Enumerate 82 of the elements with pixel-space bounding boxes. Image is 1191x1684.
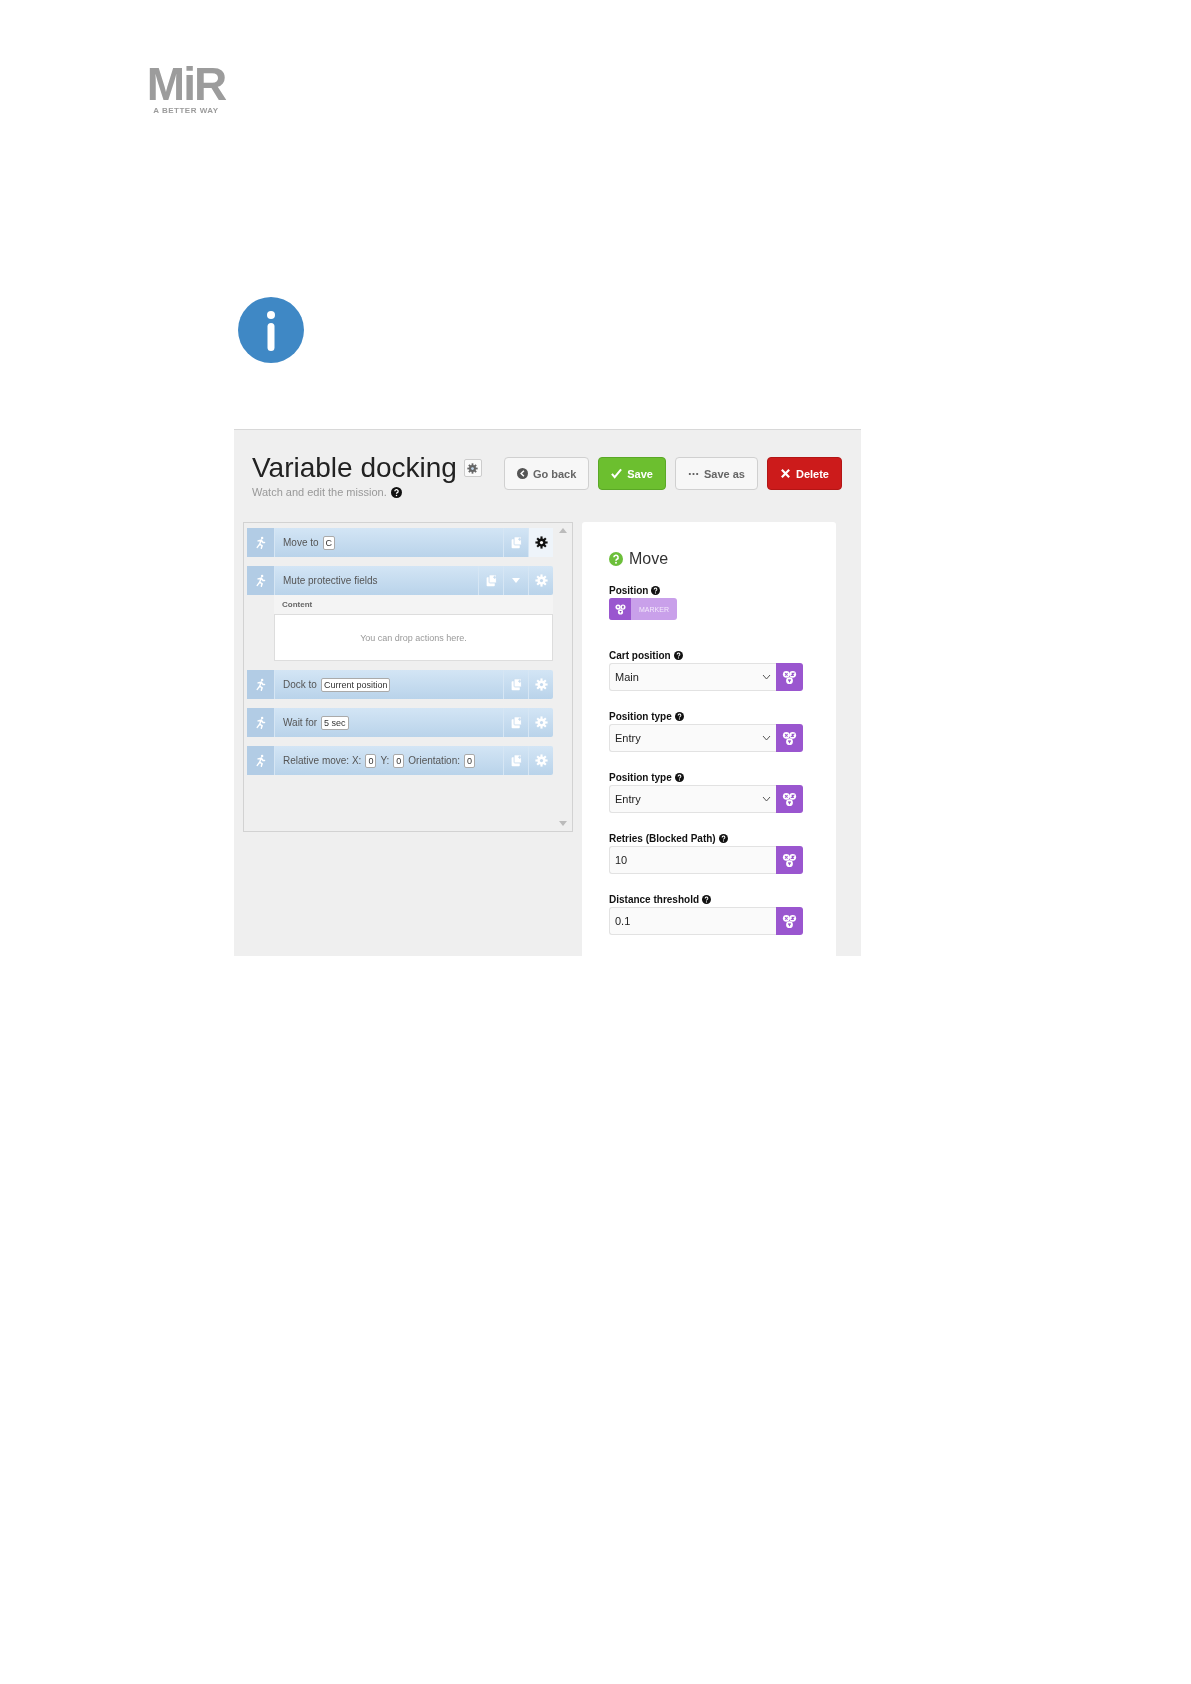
field-label: Position [609,585,649,596]
parameter-chip[interactable]: 0 [365,753,377,768]
parameter-chip[interactable]: 0 [393,753,405,768]
field-label: Cart position [609,650,671,661]
copy-icon [509,678,523,691]
dots-icon [688,471,699,476]
variables-icon [781,729,798,747]
variables-icon [781,790,798,808]
content-label: Content [281,599,314,611]
parameter-chip[interactable]: 0 [464,753,476,768]
help-icon[interactable] [651,586,661,595]
help-icon[interactable] [673,651,683,660]
variables-icon [781,668,798,686]
help-icon[interactable] [390,486,402,498]
action-label: Wait for [283,717,318,728]
runner-icon [254,574,267,587]
select-field[interactable]: Entry [609,724,776,752]
variables-icon [781,912,798,930]
help-icon[interactable] [718,834,728,843]
copy-icon [509,754,523,767]
logo-tagline: A BETTER WAY [153,106,219,115]
action-label: Relative move: X: [283,755,362,766]
save-as-button[interactable]: Save as [675,457,758,490]
help-icon[interactable] [702,895,712,904]
field-label: Retries (Blocked Path) [609,833,716,844]
action-row[interactable]: Wait for 5 sec [247,708,553,737]
editor-heading: Move [629,550,669,568]
gear-icon [467,462,479,474]
gear-icon [534,716,548,729]
settings-button[interactable] [528,528,553,557]
help-icon[interactable] [674,773,684,782]
gear-icon [534,536,548,549]
input-field[interactable]: 0.1 [609,907,776,935]
copy-icon [509,536,523,549]
variable-button[interactable] [776,724,803,752]
parameter-chip[interactable]: 5 sec [321,715,349,730]
chevron-icon [762,674,771,680]
gear-icon [534,678,548,691]
runner-icon [254,678,267,691]
delete-button[interactable]: Delete [766,457,842,490]
variables-icon [781,851,798,869]
select-field[interactable]: Entry [609,785,776,813]
go-back-button[interactable]: Go back [503,457,590,490]
gear-icon [534,574,548,587]
logo-wordmark: MiR [146,62,226,106]
check-icon [611,468,623,479]
parameter-chip[interactable]: C [322,535,336,550]
action-label: Move to [283,537,319,548]
action-row[interactable]: Move to C [247,528,553,557]
drop-zone: You can drop actions here. [274,614,553,661]
copy-icon [484,574,498,587]
input-field[interactable]: 10 [609,846,776,874]
info-icon [238,297,304,363]
runner-icon [254,754,267,767]
field-label: Distance threshold [609,894,700,905]
mission-title: Variable docking [252,452,457,484]
chevron-icon [762,796,771,802]
variables-icon [613,602,627,616]
caret-icon [512,578,520,583]
copy-icon [509,716,523,729]
mission-subtitle: Watch and edit the mission. [252,486,387,498]
action-label: Orientation: [408,755,460,766]
back-icon [516,468,528,479]
runner-icon [254,716,267,729]
variable-button[interactable] [776,846,803,874]
action-label: Dock to [283,679,317,690]
action-label: Y: [380,755,390,766]
parameter-chip[interactable]: Current position [320,677,391,692]
close-icon [779,468,791,479]
action-row[interactable]: Dock to Current position [247,670,553,699]
select-field[interactable]: Main [609,663,776,691]
field-label: Position type [609,711,672,722]
runner-icon [254,536,267,549]
help-icon[interactable] [674,712,684,721]
action-label: Mute protective fields [283,575,378,586]
gear-icon [534,754,548,767]
variable-button[interactable] [776,907,803,935]
variable-button[interactable] [776,663,803,691]
chevron-icon [762,735,771,741]
variable-button[interactable] [776,785,803,813]
field-label: Position type [609,772,672,783]
action-row[interactable]: Relative move: X: 0 Y: 0 Orientation: 0 [247,746,553,775]
